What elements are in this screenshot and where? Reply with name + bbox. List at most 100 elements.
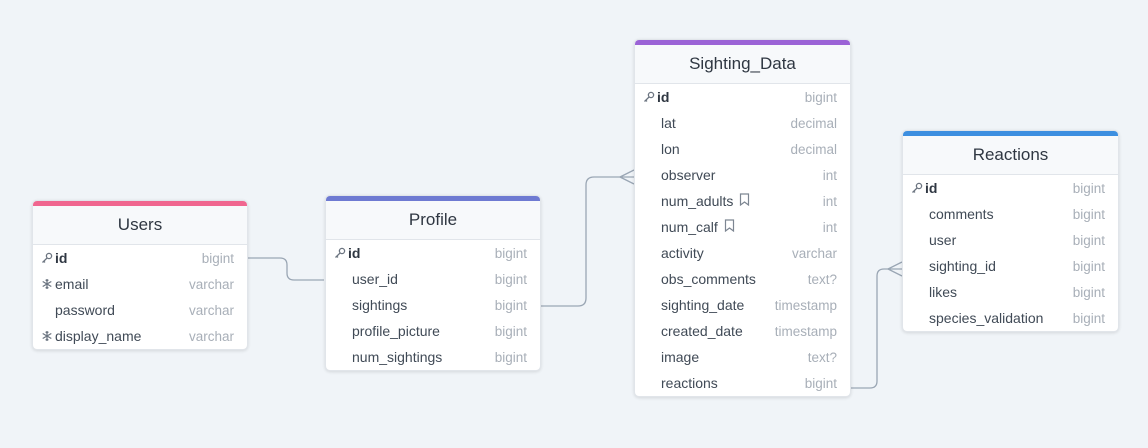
field-type: bigint — [1072, 258, 1105, 274]
key-icon — [641, 91, 657, 103]
table-sighting-data-fields: id bigint lat decimal lon decimal observer int n… — [635, 84, 850, 396]
field-row-email[interactable]: email varchar — [33, 271, 247, 297]
field-type: bigint — [201, 250, 234, 266]
field-type: bigint — [1072, 284, 1105, 300]
field-type: bigint — [804, 375, 837, 391]
field-row-num-sightings[interactable]: num_sightings bigint — [326, 344, 540, 370]
field-row-created-date[interactable]: created_date timestamp — [635, 318, 850, 344]
field-row-activity[interactable]: activity varchar — [635, 240, 850, 266]
field-row-user[interactable]: user bigint — [903, 227, 1118, 253]
key-icon — [909, 182, 925, 194]
crowfoot-sighting — [619, 169, 635, 185]
field-name: email — [55, 276, 89, 292]
table-sighting-data-title[interactable]: Sighting_Data — [635, 45, 850, 84]
field-row-id[interactable]: id bigint — [635, 84, 850, 110]
field-row-num-calf[interactable]: num_calf int — [635, 214, 850, 240]
crowfoot-reactions — [887, 261, 903, 277]
field-row-sighting-date[interactable]: sighting_date timestamp — [635, 292, 850, 318]
field-name: sighting_date — [661, 297, 745, 313]
field-row-likes[interactable]: likes bigint — [903, 279, 1118, 305]
field-type: decimal — [790, 115, 837, 131]
field-type: text? — [807, 271, 837, 287]
field-name: image — [661, 349, 700, 365]
field-name: password — [55, 302, 115, 318]
field-name: id — [925, 180, 938, 196]
field-type: varchar — [188, 276, 234, 292]
field-row-id[interactable]: id bigint — [326, 240, 540, 266]
field-name: id — [348, 245, 361, 261]
field-name: display_name — [55, 328, 142, 344]
field-type: int — [822, 167, 837, 183]
field-name: user — [929, 232, 957, 248]
field-name: num_calf — [661, 219, 718, 235]
field-type: int — [822, 193, 837, 209]
table-reactions[interactable]: Reactions id bigint comments bigint user bigi… — [902, 130, 1119, 332]
field-name: species_validation — [929, 310, 1044, 326]
field-name: id — [657, 89, 670, 105]
field-type: varchar — [188, 328, 234, 344]
field-type: varchar — [188, 302, 234, 318]
snowflake-icon — [39, 278, 55, 290]
field-name: lat — [661, 115, 676, 131]
field-type: bigint — [1072, 206, 1105, 222]
field-type: bigint — [494, 349, 527, 365]
field-name: observer — [661, 167, 716, 183]
field-row-comments[interactable]: comments bigint — [903, 201, 1118, 227]
field-type: bigint — [1072, 232, 1105, 248]
note-icon[interactable] — [724, 219, 735, 235]
field-name: num_adults — [661, 193, 734, 209]
field-type: bigint — [1072, 180, 1105, 196]
field-name: reactions — [661, 375, 718, 391]
field-row-display-name[interactable]: display_name varchar — [33, 323, 247, 349]
field-name: lon — [661, 141, 680, 157]
field-name: created_date — [661, 323, 743, 339]
field-type: timestamp — [774, 297, 837, 313]
field-row-id[interactable]: id bigint — [903, 175, 1118, 201]
field-name: id — [55, 250, 68, 266]
field-type: bigint — [494, 297, 527, 313]
link-sighting-reactions — [850, 268, 902, 389]
table-users-title[interactable]: Users — [33, 206, 247, 245]
table-profile-fields: id bigint user_id bigint sightings bigint prof… — [326, 240, 540, 370]
snowflake-icon — [39, 330, 55, 342]
field-row-id[interactable]: id bigint — [33, 245, 247, 271]
field-row-lat[interactable]: lat decimal — [635, 110, 850, 136]
note-icon[interactable] — [739, 193, 750, 209]
field-row-species-validation[interactable]: species_validation bigint — [903, 305, 1118, 331]
table-profile[interactable]: Profile id bigint user_id bigint sightings bi… — [325, 195, 541, 371]
field-row-sighting-id[interactable]: sighting_id bigint — [903, 253, 1118, 279]
table-reactions-fields: id bigint comments bigint user bigint sighting… — [903, 175, 1118, 331]
link-profile-sighting — [540, 176, 634, 307]
field-row-lon[interactable]: lon decimal — [635, 136, 850, 162]
key-icon — [39, 252, 55, 264]
table-users-fields: id bigint email varchar password varchar displ… — [33, 245, 247, 349]
field-name: comments — [929, 206, 994, 222]
field-row-image[interactable]: image text? — [635, 344, 850, 370]
table-reactions-title[interactable]: Reactions — [903, 136, 1118, 175]
field-row-password[interactable]: password varchar — [33, 297, 247, 323]
field-row-reactions[interactable]: reactions bigint — [635, 370, 850, 396]
field-name: profile_picture — [352, 323, 440, 339]
field-type: bigint — [1072, 310, 1105, 326]
field-row-obs-comments[interactable]: obs_comments text? — [635, 266, 850, 292]
field-type: varchar — [791, 245, 837, 261]
field-name: likes — [929, 284, 958, 300]
field-name: num_sightings — [352, 349, 443, 365]
field-name: sighting_id — [929, 258, 996, 274]
field-type: timestamp — [774, 323, 837, 339]
field-row-observer[interactable]: observer int — [635, 162, 850, 188]
table-users[interactable]: Users id bigint email varchar password varcha… — [32, 200, 248, 350]
field-type: int — [822, 219, 837, 235]
field-row-user-id[interactable]: user_id bigint — [326, 266, 540, 292]
table-profile-title[interactable]: Profile — [326, 201, 540, 240]
link-users-profile — [247, 257, 324, 281]
table-sighting-data[interactable]: Sighting_Data id bigint lat decimal lon decim… — [634, 39, 851, 397]
field-name: sightings — [352, 297, 408, 313]
field-row-num-adults[interactable]: num_adults int — [635, 188, 850, 214]
field-type: decimal — [790, 141, 837, 157]
field-type: text? — [807, 349, 837, 365]
field-type: bigint — [494, 271, 527, 287]
field-type: bigint — [804, 89, 837, 105]
field-row-sightings[interactable]: sightings bigint — [326, 292, 540, 318]
field-row-profile-picture[interactable]: profile_picture bigint — [326, 318, 540, 344]
